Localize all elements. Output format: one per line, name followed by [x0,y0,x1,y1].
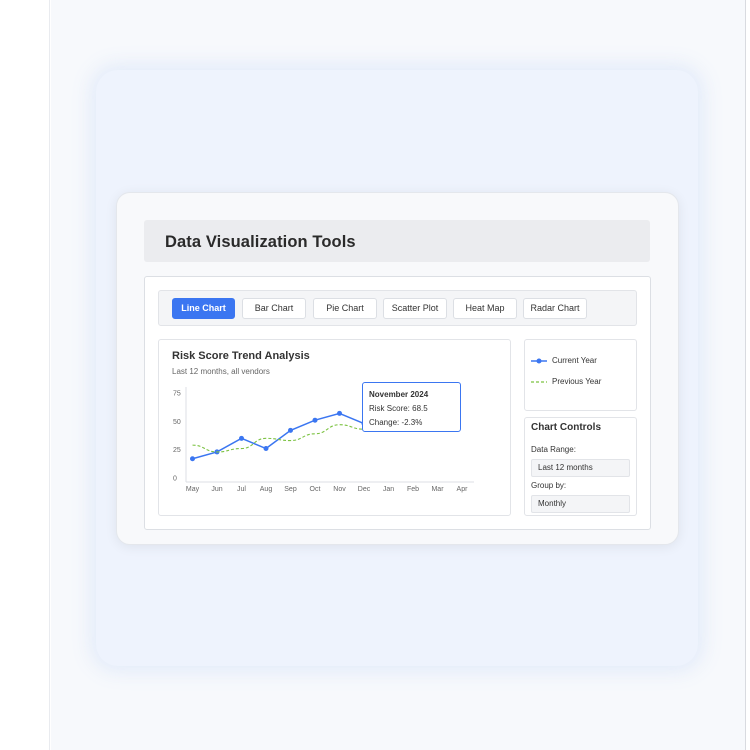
x-tick-label: Nov [333,486,346,493]
x-tick-label: Aug [260,486,273,493]
data-range-select[interactable]: Last 12 months [531,459,630,477]
chart-legend [524,339,637,411]
x-tick-label: May [186,486,200,493]
y-tick-label: 25 [173,447,181,454]
current-year-data-point [190,456,195,462]
x-tick-label: Jun [211,486,222,493]
legend-label-previous: Previous Year [552,377,602,386]
page-title: Data Visualization Tools [165,233,356,251]
y-tick-label: 75 [173,391,181,398]
chart-tooltip: November 2024 Risk Score: 68.5 Change: -… [362,382,461,432]
y-tick-label: 50 [173,419,181,426]
chart-title: Risk Score Trend Analysis [172,350,310,362]
group-by-label: Group by: [531,481,567,490]
tooltip-risk-score: Risk Score: 68.5 [369,404,428,413]
current-year-data-point [239,435,244,441]
tab-heat-map[interactable]: Heat Map [453,298,517,319]
x-tick-label: Dec [358,486,371,493]
tooltip-change: Change: -2.3% [369,418,423,427]
tab-pie-chart[interactable]: Pie Chart [313,298,377,319]
current-year-data-point [337,410,342,416]
legend-label-current: Current Year [552,356,597,365]
page-header: Data Visualization Tools [144,220,650,262]
data-range-label: Data Range: [531,445,576,454]
tab-line-chart[interactable]: Line Chart [172,298,235,319]
x-tick-label: Sep [284,486,297,493]
x-tick-label: Mar [431,486,444,493]
scrollbar[interactable] [745,0,750,750]
current-year-line-icon [531,358,547,364]
previous-year-series-line [192,424,365,453]
x-tick-label: Oct [310,486,321,493]
x-tick-label: Feb [407,486,419,493]
chart-subtitle: Last 12 months, all vendors [172,367,270,376]
tab-radar-chart[interactable]: Radar Chart [523,298,587,319]
x-tick-label: Jan [383,486,394,493]
current-year-data-point [312,417,318,423]
x-tick-label: Apr [457,486,469,493]
tooltip-title: November 2024 [369,390,429,399]
chart-controls-title: Chart Controls [531,422,601,433]
tab-bar-chart[interactable]: Bar Chart [242,298,306,319]
previous-year-line-icon [531,381,547,383]
group-by-select[interactable]: Monthly [531,495,630,513]
tab-scatter-plot[interactable]: Scatter Plot [383,298,447,319]
left-sidebar [0,0,50,750]
current-year-data-point [263,446,269,452]
y-tick-label: 0 [173,476,177,483]
current-year-data-point [288,427,293,433]
x-tick-label: Jul [237,486,246,493]
